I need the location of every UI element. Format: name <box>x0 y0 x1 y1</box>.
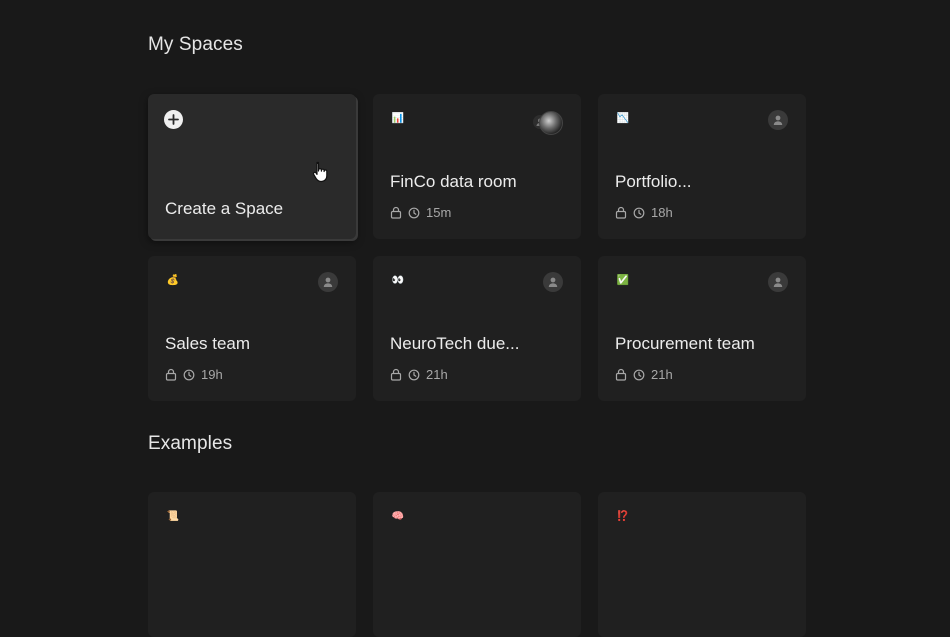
clock-icon <box>633 207 645 219</box>
lock-icon <box>390 368 402 381</box>
space-title: Sales team <box>165 334 250 354</box>
my-spaces-heading: My Spaces <box>148 34 243 56</box>
example-card[interactable]: ⁉️ <box>598 492 806 637</box>
space-meta: 18h <box>615 205 673 220</box>
last-updated: 18h <box>651 205 673 220</box>
scroll-emoji-icon: 📜 <box>165 509 181 525</box>
last-updated: 21h <box>651 367 673 382</box>
check-mark-emoji-icon: ✅ <box>615 273 631 289</box>
space-meta: 19h <box>165 367 223 382</box>
clock-icon <box>408 369 420 381</box>
person-icon[interactable] <box>318 272 338 292</box>
space-card-neurotech[interactable]: 👀 NeuroTech due... 21h <box>373 256 581 401</box>
examples-heading: Examples <box>148 433 232 455</box>
person-icon[interactable] <box>768 272 788 292</box>
example-card[interactable]: 📜 <box>148 492 356 637</box>
lock-icon <box>615 368 627 381</box>
lock-icon <box>390 206 402 219</box>
space-title: FinCo data room <box>390 172 517 192</box>
space-title: Portfolio... <box>615 172 692 192</box>
clock-icon <box>633 369 645 381</box>
example-card[interactable]: 🧠 <box>373 492 581 637</box>
person-icon[interactable] <box>768 110 788 130</box>
brain-emoji-icon: 🧠 <box>390 509 406 525</box>
lock-icon <box>165 368 177 381</box>
examples-grid: 📜 🧠 ⁉️ <box>148 492 806 637</box>
lock-icon <box>615 206 627 219</box>
create-space-label: Create a Space <box>165 199 283 219</box>
space-title: NeuroTech due... <box>390 334 519 354</box>
hand-pointer-cursor-icon <box>312 161 330 188</box>
clock-icon <box>408 207 420 219</box>
clock-icon <box>183 369 195 381</box>
chart-emoji-icon: 📊 <box>390 111 406 127</box>
space-card-procurement[interactable]: ✅ Procurement team 21h <box>598 256 806 401</box>
space-card-sales-team[interactable]: 💰 Sales team 19h <box>148 256 356 401</box>
person-icon[interactable] <box>543 272 563 292</box>
space-card-finco[interactable]: 📊 FinCo data room 15m <box>373 94 581 239</box>
plus-circle-icon <box>164 110 183 129</box>
space-meta: 21h <box>615 367 673 382</box>
last-updated: 15m <box>426 205 451 220</box>
user-avatar-photo[interactable] <box>539 111 563 135</box>
eyes-emoji-icon: 👀 <box>390 273 406 289</box>
last-updated: 19h <box>201 367 223 382</box>
space-meta: 21h <box>390 367 448 382</box>
my-spaces-grid: Create a Space 📊 FinCo data room 15m 📉 P… <box>148 94 806 401</box>
space-title: Procurement team <box>615 334 755 354</box>
space-meta: 15m <box>390 205 451 220</box>
interrobang-emoji-icon: ⁉️ <box>615 509 631 525</box>
space-card-portfolio[interactable]: 📉 Portfolio... 18h <box>598 94 806 239</box>
last-updated: 21h <box>426 367 448 382</box>
money-bag-emoji-icon: 💰 <box>165 273 181 289</box>
chart-down-emoji-icon: 📉 <box>615 111 631 127</box>
